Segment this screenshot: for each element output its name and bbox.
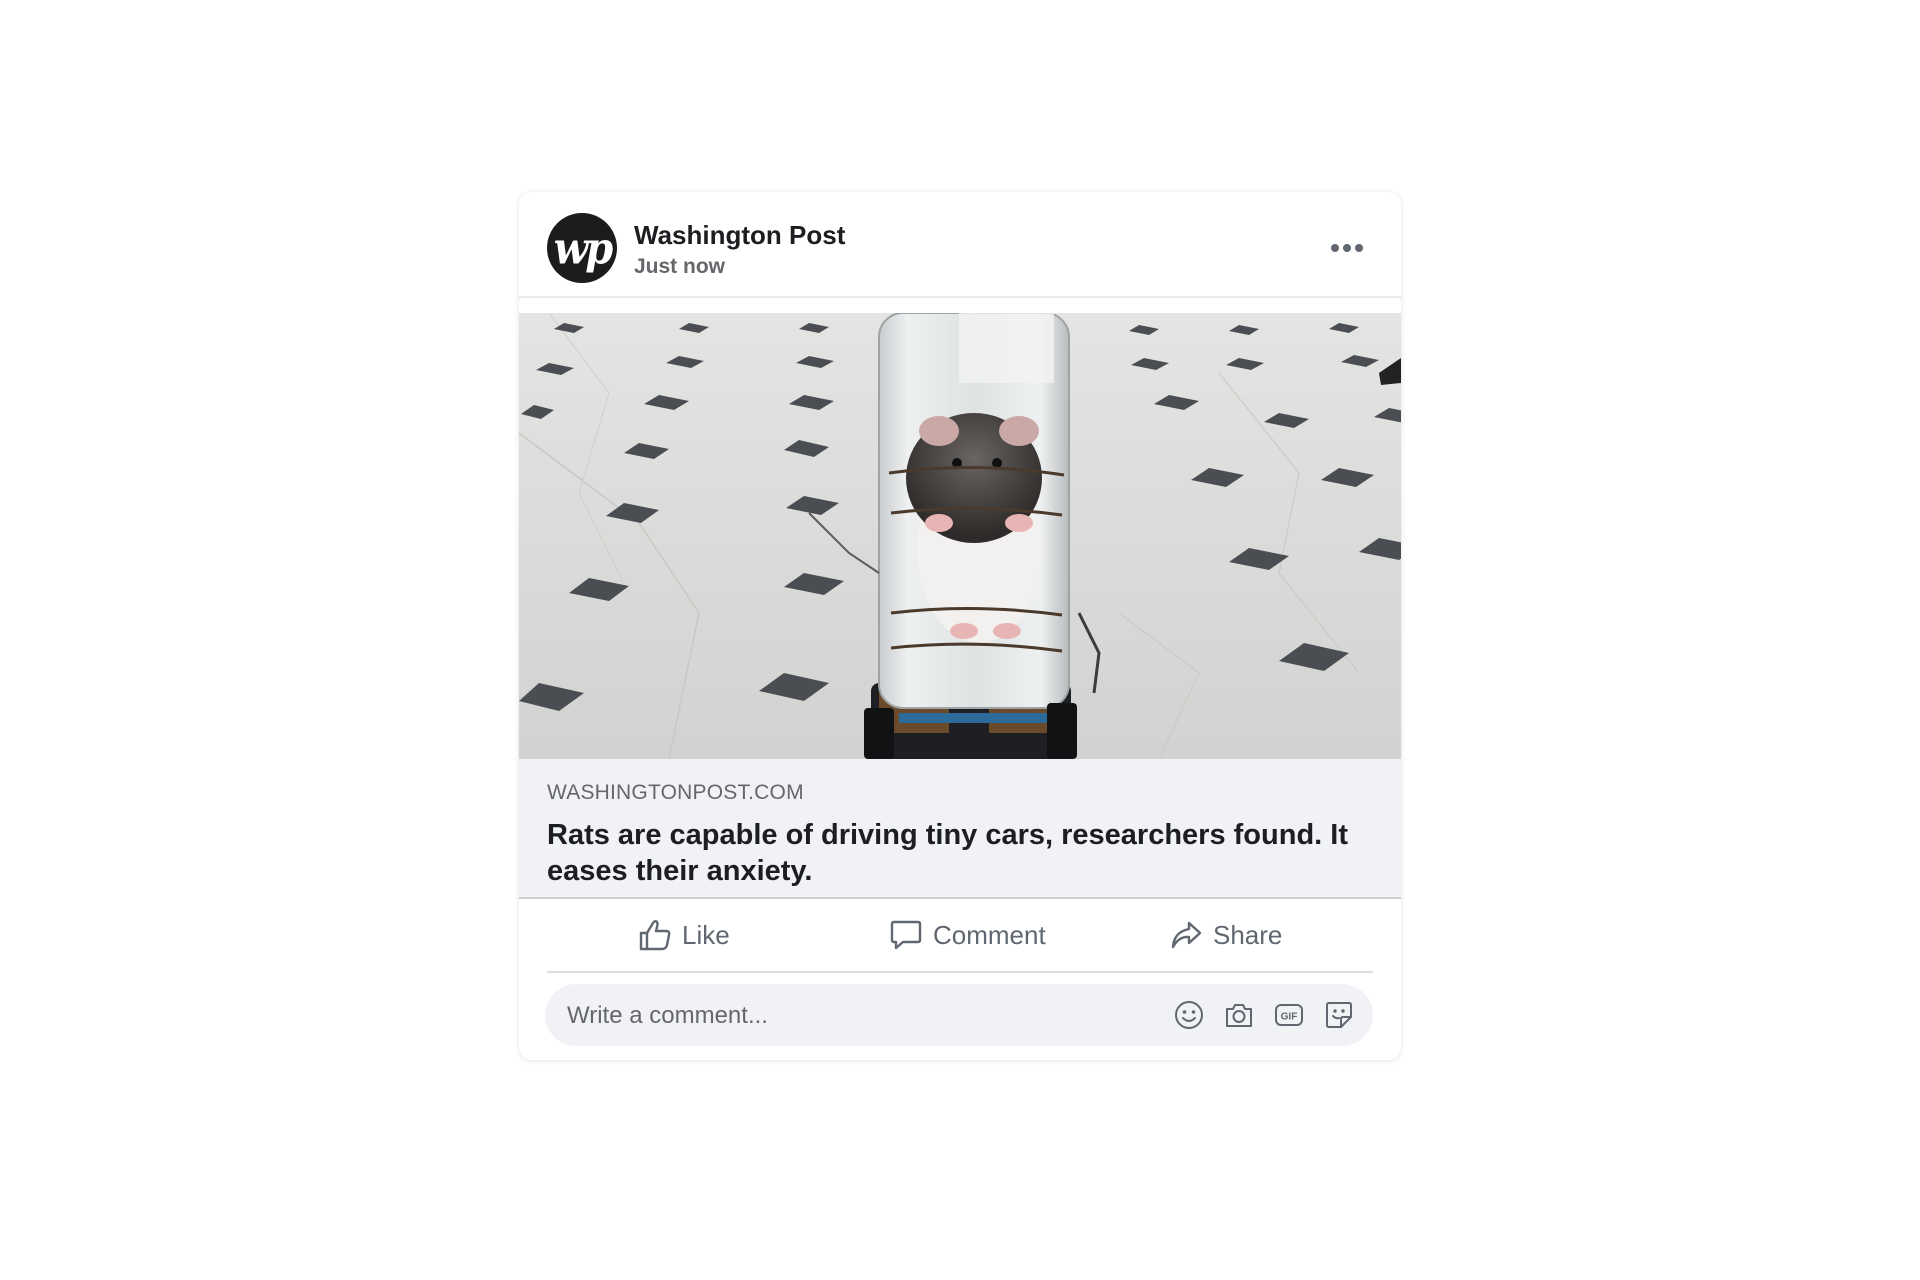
gif-icon: GIF bbox=[1275, 1004, 1303, 1026]
link-title[interactable]: Rats are capable of driving tiny cars, r… bbox=[547, 817, 1367, 889]
sticker-icon bbox=[1326, 1002, 1352, 1028]
photo-button[interactable] bbox=[1223, 999, 1255, 1031]
more-options-button[interactable] bbox=[1327, 228, 1367, 268]
sticker-button[interactable] bbox=[1323, 999, 1355, 1031]
post-image[interactable] bbox=[519, 313, 1401, 759]
post-timestamp[interactable]: Just now bbox=[634, 255, 725, 279]
comment-bubble-icon bbox=[890, 920, 922, 950]
avatar[interactable]: wp bbox=[547, 213, 617, 283]
emoji-icon bbox=[1175, 1001, 1203, 1029]
camera-icon bbox=[1226, 1004, 1252, 1027]
gif-button[interactable]: GIF bbox=[1273, 999, 1305, 1031]
comment-button[interactable]: Comment bbox=[889, 911, 1046, 959]
more-horizontal-icon bbox=[1331, 244, 1363, 252]
author-name[interactable]: Washington Post bbox=[634, 220, 845, 251]
share-label: Share bbox=[1213, 919, 1283, 950]
avatar-logo: wp bbox=[553, 222, 613, 274]
action-bar: Like Comment Share bbox=[547, 899, 1373, 973]
gif-text: GIF bbox=[1281, 1012, 1298, 1023]
like-button[interactable]: Like bbox=[638, 911, 730, 959]
comment-input[interactable] bbox=[565, 984, 1129, 1048]
share-button[interactable]: Share bbox=[1169, 911, 1282, 959]
comment-label: Comment bbox=[933, 919, 1046, 950]
thumbs-up-icon bbox=[639, 920, 671, 951]
share-arrow-icon bbox=[1171, 921, 1202, 949]
link-preview[interactable]: WASHINGTONPOST.COM Rats are capable of d… bbox=[519, 759, 1401, 899]
post-card: wp Washington Post Just now WASHINGTONPO… bbox=[519, 192, 1401, 1060]
emoji-button[interactable] bbox=[1173, 999, 1205, 1031]
comment-composer: GIF bbox=[545, 984, 1373, 1048]
post-header: wp Washington Post Just now bbox=[519, 192, 1401, 298]
link-domain: WASHINGTONPOST.COM bbox=[547, 781, 804, 804]
like-label: Like bbox=[682, 919, 730, 950]
